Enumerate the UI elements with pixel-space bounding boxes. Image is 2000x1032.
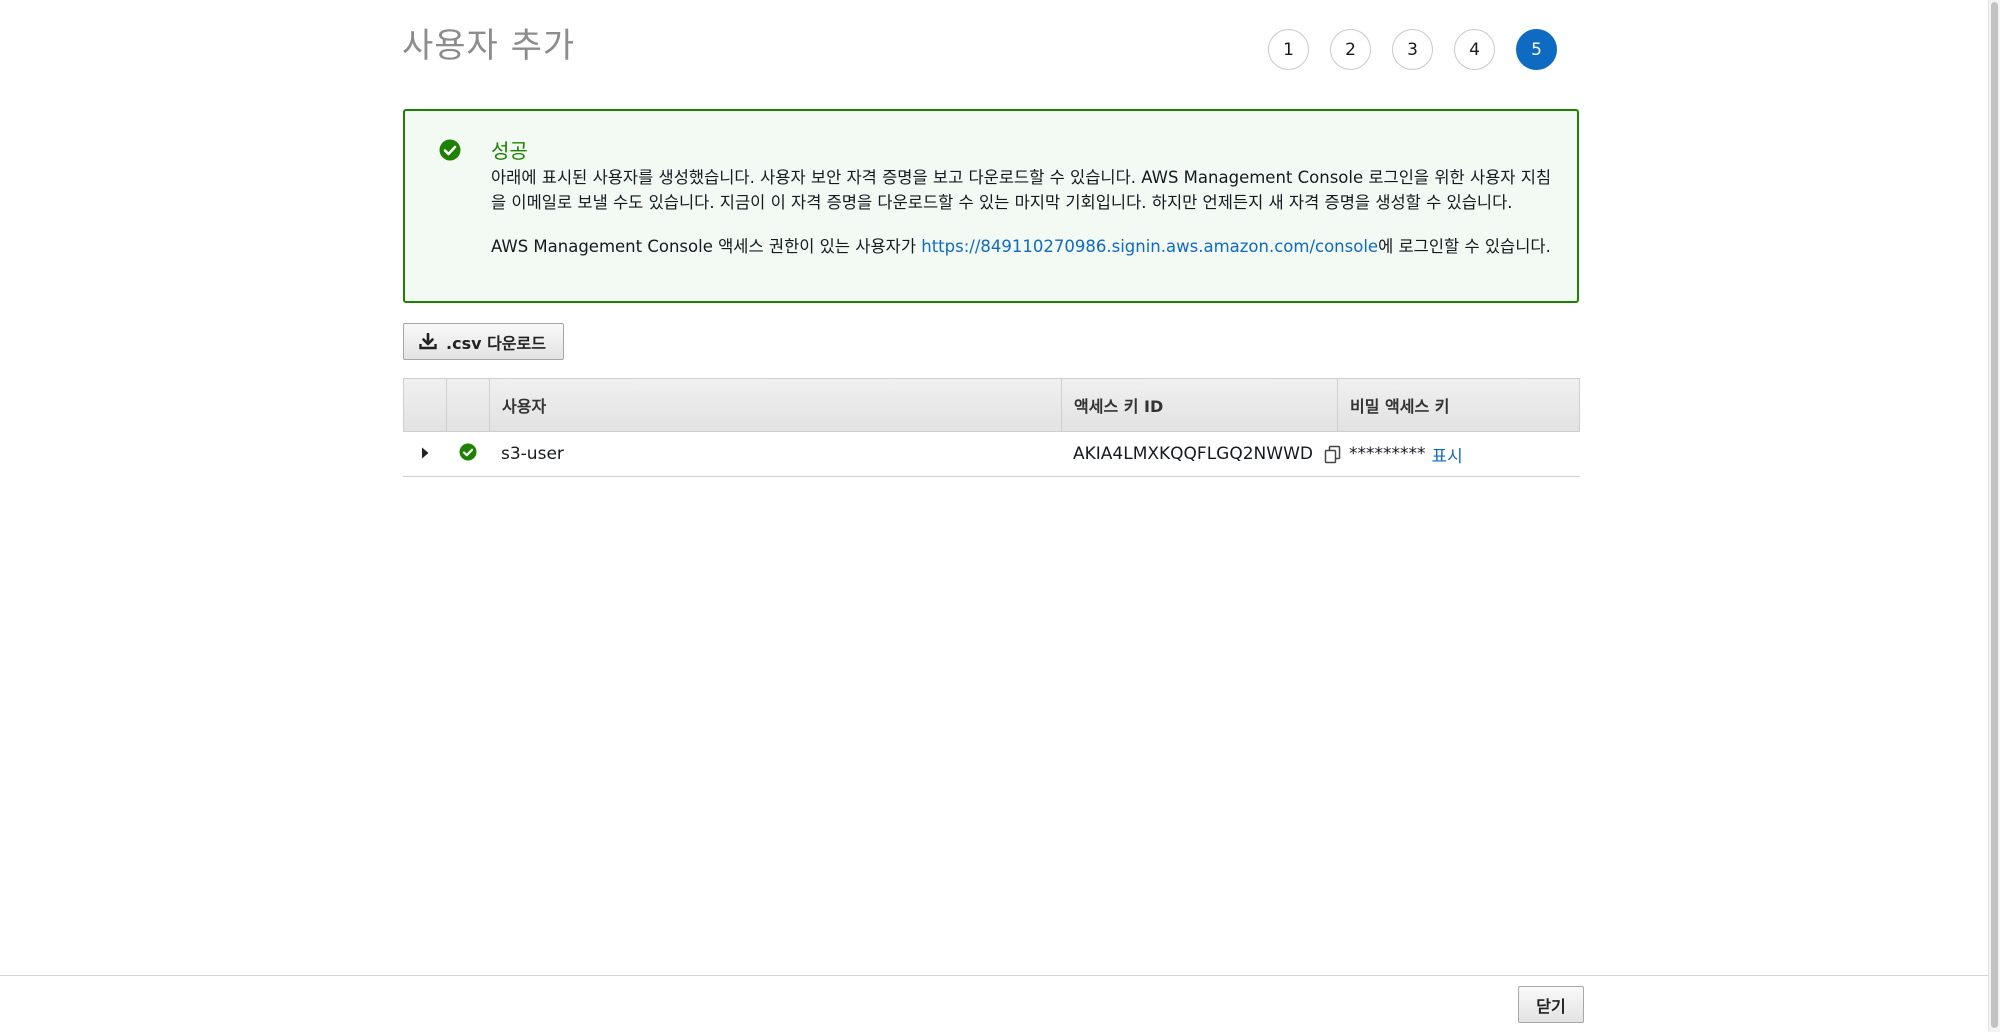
vertical-scrollbar[interactable] [1988, 0, 2000, 1032]
scrollbar-thumb[interactable] [1991, 2, 1998, 1028]
step-3[interactable]: 3 [1392, 29, 1433, 70]
table-row: s3-user AKIA4LMXKQQFLGQ2NWWD ********* 표… [403, 432, 1580, 477]
secret-key-cell: ********* 표시 [1337, 432, 1578, 476]
console-info-prefix: AWS Management Console 액세스 권한이 있는 사용자가 [491, 237, 922, 256]
row-status [446, 432, 489, 476]
step-1[interactable]: 1 [1268, 29, 1309, 70]
caret-right-icon [421, 444, 429, 464]
step-4[interactable]: 4 [1454, 29, 1495, 70]
console-signin-link[interactable]: https://849110270986.signin.aws.amazon.c… [921, 237, 1378, 256]
alert-title: 성공 [491, 139, 528, 163]
header-access-key-id: 액세스 키 ID [1062, 379, 1338, 431]
download-csv-label: .csv 다운로드 [446, 333, 546, 353]
close-button[interactable]: 닫기 [1518, 986, 1584, 1023]
footer-bar: 닫기 [0, 975, 1988, 1032]
download-icon [419, 333, 437, 350]
header-user: 사용자 [490, 379, 1062, 431]
alert-console-info: AWS Management Console 액세스 권한이 있는 사용자가 h… [491, 234, 1561, 259]
success-alert: 성공 아래에 표시된 사용자를 생성했습니다. 사용자 보안 자격 증명을 보고… [403, 109, 1579, 303]
step-5-current[interactable]: 5 [1516, 29, 1557, 70]
console-info-suffix: 에 로그인할 수 있습니다. [1378, 237, 1551, 256]
show-secret-link[interactable]: 표시 [1432, 442, 1463, 467]
wizard-steps: 1 2 3 4 5 [1268, 29, 1557, 70]
header-secret-access-key: 비밀 액세스 키 [1350, 397, 1450, 416]
page-title: 사용자 추가 [402, 26, 576, 66]
credentials-table: 사용자 액세스 키 ID 비밀 액세스 키 s3-user AKIA4LMXKQ… [403, 378, 1580, 477]
page: 사용자 추가 1 2 3 4 5 성공 아래에 표시된 사용자를 생성했습니다.… [0, 0, 2000, 1032]
step-2[interactable]: 2 [1330, 29, 1371, 70]
check-circle-icon [439, 139, 461, 161]
access-key-id-cell: AKIA4LMXKQQFLGQ2NWWD [1061, 432, 1341, 476]
alert-body: 아래에 표시된 사용자를 생성했습니다. 사용자 보안 자격 증명을 보고 다운… [491, 165, 1561, 259]
user-name-cell: s3-user [501, 444, 564, 464]
access-key-id-value: AKIA4LMXKQQFLGQ2NWWD [1073, 444, 1313, 464]
alert-message: 아래에 표시된 사용자를 생성했습니다. 사용자 보안 자격 증명을 보고 다운… [491, 168, 1552, 212]
expand-row-toggle[interactable] [403, 432, 446, 476]
download-csv-button[interactable]: .csv 다운로드 [403, 323, 564, 360]
header-expand-col [404, 379, 447, 431]
table-header: 사용자 액세스 키 ID 비밀 액세스 키 [403, 378, 1580, 432]
header-status-col [447, 379, 490, 431]
check-circle-icon [459, 443, 477, 466]
secret-key-masked: ********* [1349, 444, 1426, 464]
